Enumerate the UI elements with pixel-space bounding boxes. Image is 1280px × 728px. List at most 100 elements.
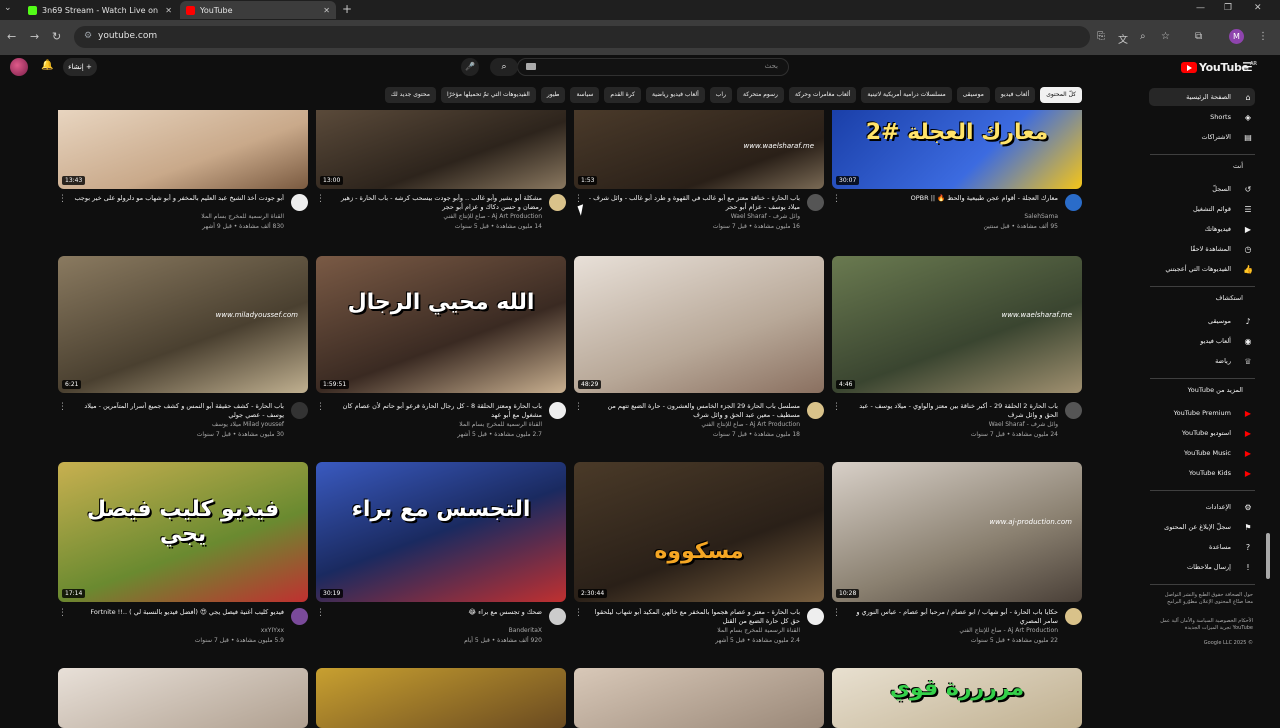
sidebar-item[interactable]: ⌂ الصفحة الرئيسية xyxy=(1149,88,1255,106)
chip-9[interactable]: سياسة xyxy=(570,87,600,103)
close-tab-icon[interactable]: ✕ xyxy=(165,6,172,15)
more-actions-icon[interactable]: ⋮ xyxy=(574,608,583,618)
chip-2[interactable]: موسيقى xyxy=(956,87,990,103)
site-info-icon[interactable]: ⚙ xyxy=(84,31,92,41)
video-title[interactable]: مسلسل باب الحارة 29 الجزء الخامس والعشرو… xyxy=(588,402,800,420)
chip-4[interactable]: ألعاب مغامرات وحركة xyxy=(788,87,857,103)
browser-menu-icon[interactable]: ⋮ xyxy=(1258,31,1268,42)
video-title[interactable]: حكايا باب الحارة - أبو شهاب / ابو عصام /… xyxy=(846,608,1058,626)
sidebar-section-header[interactable]: أنت xyxy=(1233,162,1243,170)
channel-avatar[interactable] xyxy=(1065,194,1082,211)
channel-avatar[interactable] xyxy=(807,608,824,625)
channel-name[interactable]: Aj Art Production - صاع للإنتاج الفني xyxy=(701,421,800,428)
video-thumbnail[interactable]: مسكووه 2:30:44 xyxy=(574,462,824,602)
video-title[interactable]: باب الحارة 2 الحلقة 29 - أكبر خناقة بين … xyxy=(846,402,1058,420)
install-app-icon[interactable]: ⎘ xyxy=(1097,31,1105,42)
video-thumbnail[interactable]: 48:29 xyxy=(574,256,824,393)
tab-search-icon[interactable]: ⌄ xyxy=(4,3,12,13)
chip-8[interactable]: كرة القدم xyxy=(604,87,641,103)
channel-avatar[interactable] xyxy=(291,608,308,625)
chip-10[interactable]: طيور xyxy=(540,87,566,103)
video-thumbnail[interactable]: 13:43 xyxy=(58,110,308,189)
channel-name[interactable]: SalehSama xyxy=(1024,213,1058,220)
keyboard-icon[interactable] xyxy=(526,63,536,70)
channel-avatar[interactable] xyxy=(1065,402,1082,419)
video-thumbnail[interactable]: www.miladyoussef.com 6:21 xyxy=(58,256,308,393)
sidebar-item[interactable]: ▶ YouTube Kids xyxy=(1149,464,1255,482)
video-thumbnail[interactable]: www.waelsharaf.me 1:53 xyxy=(574,110,824,189)
video-thumbnail[interactable]: التجسس مع براء 30:19 xyxy=(316,462,566,602)
address-bar[interactable]: ⚙ youtube.com xyxy=(74,26,1090,48)
sidebar-section-header[interactable]: المزيد من YouTube xyxy=(1188,386,1243,394)
video-thumbnail[interactable]: www.waelsharaf.me 4:46 xyxy=(832,256,1082,393)
channel-avatar[interactable] xyxy=(291,402,308,419)
channel-avatar[interactable] xyxy=(549,194,566,211)
sidebar-item[interactable]: ◷ المشاهدة لاحقًا xyxy=(1149,240,1255,258)
channel-name[interactable]: Aj Art Production - صاع للإنتاج الفني xyxy=(959,627,1058,634)
video-thumbnail[interactable] xyxy=(574,668,824,728)
translate-icon[interactable]: 文 xyxy=(1118,31,1128,46)
channel-name[interactable]: القناة الرسمية للمخرج بسام الملا xyxy=(717,627,800,634)
video-thumbnail[interactable]: فيديو كليب فيصل يجي 17:14 xyxy=(58,462,308,602)
sidebar-item[interactable]: ⚙ الإعدادات xyxy=(1149,498,1255,516)
channel-name[interactable]: القناة الرسمية للمخرج بسام الملا xyxy=(459,421,542,428)
more-actions-icon[interactable]: ⋮ xyxy=(58,194,67,204)
channel-avatar[interactable] xyxy=(549,402,566,419)
channel-avatar[interactable] xyxy=(291,194,308,211)
notifications-bell-icon[interactable]: 🔔 xyxy=(41,60,53,71)
video-thumbnail[interactable] xyxy=(58,668,308,728)
video-title[interactable]: باب الحارة ومعتز الحلقة 8 - كل رجال الحا… xyxy=(330,402,542,420)
channel-name[interactable]: BanderitaX xyxy=(509,627,542,634)
new-tab-icon[interactable]: + xyxy=(342,2,352,16)
more-actions-icon[interactable]: ⋮ xyxy=(832,402,841,412)
channel-name[interactable]: وائل شرف - Wael Sharaf xyxy=(989,421,1058,428)
close-tab-icon[interactable]: ✕ xyxy=(323,6,330,15)
sidebar-item[interactable]: ♕ رياضة xyxy=(1149,352,1255,370)
back-icon[interactable]: ← xyxy=(7,30,16,43)
video-title[interactable]: فيديو كليب أغنية فيصل يجي 😍 (أفضل فيديو … xyxy=(72,608,284,617)
sidebar-section-header[interactable]: استكشاف xyxy=(1216,294,1243,302)
channel-avatar[interactable] xyxy=(549,608,566,625)
create-button[interactable]: إنشاء + xyxy=(63,58,97,76)
video-title[interactable]: معارك العجلة - أقوام عجن طبيعية والحظ 🔥 … xyxy=(846,194,1058,203)
sidebar-item[interactable]: 👍 الفيديوهات التي أعجبتني xyxy=(1149,260,1255,278)
sidebar-item[interactable]: ▤ الاشتراكات xyxy=(1149,128,1255,146)
sidebar-item[interactable]: ! إرسال ملاحظات xyxy=(1149,558,1255,576)
close-window-icon[interactable]: ✕ xyxy=(1254,3,1262,13)
channel-avatar[interactable] xyxy=(1065,608,1082,625)
channel-name[interactable]: Aj Art Production - صاع للإنتاج الفني xyxy=(443,213,542,220)
video-thumbnail[interactable]: مررررة قوي xyxy=(832,668,1082,728)
channel-name[interactable]: القناة الرسمية للمخرج بسام الملا xyxy=(201,213,284,220)
video-thumbnail[interactable]: الله محيي الرجال 1:59:51 xyxy=(316,256,566,393)
video-thumbnail[interactable] xyxy=(316,668,566,728)
more-actions-icon[interactable]: ⋮ xyxy=(316,402,325,412)
channel-name[interactable]: xxYIYxx xyxy=(261,627,284,634)
sidebar-item[interactable]: ☰ قوائم التشغيل xyxy=(1149,200,1255,218)
sidebar-item[interactable]: ◈ Shorts xyxy=(1149,108,1255,126)
chip-1[interactable]: ألعاب فيديو xyxy=(994,87,1036,103)
sidebar-item[interactable]: ▶ استوديو YouTube xyxy=(1149,424,1255,442)
profile-avatar[interactable]: M xyxy=(1229,29,1244,44)
channel-name[interactable]: وائل شرف - Wael Sharaf xyxy=(731,213,800,220)
chip-0[interactable]: كلّ المحتوى xyxy=(1040,87,1082,103)
sidebar-item[interactable]: ⚑ سجلّ الإبلاغ عن المحتوى xyxy=(1149,518,1255,536)
sidebar-footer-links[interactable]: الأحكام الخصوصية السياسة والأمان آلية عم… xyxy=(1157,618,1253,632)
sidebar-item[interactable]: ↺ السجلّ xyxy=(1149,180,1255,198)
video-thumbnail[interactable]: 13:00 xyxy=(316,110,566,189)
reload-icon[interactable]: ↻ xyxy=(52,30,61,43)
sidebar-item[interactable]: ♪ موسيقى xyxy=(1149,312,1255,330)
video-title[interactable]: باب الحارة - خناقة معتز مع أبو غالب في ا… xyxy=(588,194,800,212)
sidebar-item[interactable]: ? مساعدة xyxy=(1149,538,1255,556)
video-title[interactable]: مشكلة أبو بشير وأبو غالب .. وأبو جودت بي… xyxy=(330,194,542,212)
video-title[interactable]: باب الحارة - كشف حقيقة أبو النمس و كشف ج… xyxy=(72,402,284,420)
sidebar-footer-links[interactable]: حول الصحافة حقوق الطبع والنشر التواصل مع… xyxy=(1157,592,1253,606)
more-actions-icon[interactable]: ⋮ xyxy=(316,608,325,618)
video-title[interactable]: ضحك و تجسس مع براء 😂 xyxy=(330,608,542,617)
video-thumbnail[interactable]: معارك العجلة #2 30:07 xyxy=(832,110,1082,189)
minimize-icon[interactable]: — xyxy=(1196,3,1205,13)
video-title[interactable]: باب الحارة - معتز و عصام هجموا بالمخفر م… xyxy=(588,608,800,626)
more-actions-icon[interactable]: ⋮ xyxy=(58,402,67,412)
bookmark-star-icon[interactable]: ☆ xyxy=(1161,31,1170,42)
sidebar-item[interactable]: ▶ YouTube Music xyxy=(1149,444,1255,462)
more-actions-icon[interactable]: ⋮ xyxy=(832,608,841,618)
